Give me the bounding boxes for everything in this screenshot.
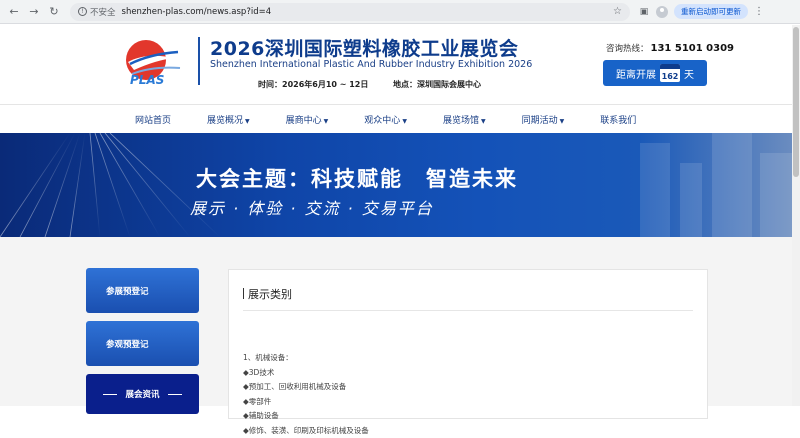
content-area: 参展预登记 参观预登记 展会资讯 展示类别 1、机械设备：◆3D技术◆预加工、回… [0,237,800,406]
news-section-button[interactable]: 展会资讯 [86,374,199,414]
bookmark-star-icon[interactable]: ☆ [613,6,622,17]
banner-theme: 大会主题：科技赋能 智造未来 [196,163,518,193]
nav-item-0[interactable]: 网站首页 [135,113,171,126]
page-scrollbar[interactable] [792,25,800,406]
url-text: shenzhen-plas.com/news.asp?id=4 [122,7,272,17]
plas-logo[interactable]: PLAS [122,34,182,92]
list-item: ◆辅助设备 [243,409,369,424]
scrollbar-thumb[interactable] [793,27,799,177]
side-panel-icon[interactable]: ▣ [638,6,650,18]
hotline-number: 131 5101 0309 [651,43,735,54]
exhibitor-registration-button[interactable]: 参展预登记 [86,268,199,313]
title-divider [243,310,693,311]
nav-item-5[interactable]: 同期活动▼ [522,113,565,126]
exhibition-time: 时间：2026年6月10 ~ 12日 [258,79,368,90]
list-item: ◆零部件 [243,395,369,410]
nav-item-4[interactable]: 展览场馆▼ [443,113,486,126]
countdown-days: 162 [662,72,679,81]
profile-avatar-icon[interactable] [656,6,668,18]
visitor-registration-button[interactable]: 参观预登记 [86,321,199,366]
site-header: PLAS 2026深圳国际塑料橡胶工业展览会 Shenzhen Internat… [0,24,800,104]
browser-toolbar: ← → ↻ ! 不安全 shenzhen-plas.com/news.asp?i… [0,0,800,24]
nav-item-2[interactable]: 展商中心▼ [286,113,329,126]
nav-item-6[interactable]: 联系我们 [600,113,636,126]
restart-update-button[interactable]: 重新启动即可更新 [674,4,748,19]
countdown-badge: 距离开展 162 天 [603,60,707,86]
main-nav: 网站首页 展览概况▼ 展商中心▼ 观众中心▼ 展览场馆▼ 同期活动▼ 联系我们 [0,104,800,134]
nav-item-3[interactable]: 观众中心▼ [364,113,407,126]
back-icon[interactable]: ← [6,4,22,20]
hotline: 咨询热线：131 5101 0309 [606,42,734,54]
exhibition-place: 地点：深圳国际会展中心 [393,79,481,90]
svg-text:PLAS: PLAS [130,73,164,87]
reload-icon[interactable]: ↻ [46,4,62,20]
warning-icon: ! [78,7,87,16]
site-title-en: Shenzhen International Plastic And Rubbe… [210,59,532,70]
caret-down-icon: ▼ [481,118,486,125]
caret-down-icon: ▼ [560,118,565,125]
dash-decoration [103,394,117,395]
list-item: ◆3D技术 [243,366,369,381]
list-item: ◆预加工、回收利用机械及设备 [243,380,369,395]
banner-subtitle: 展示 · 体验 · 交流 · 交易平台 [190,195,434,219]
site-title-cn: 2026深圳国际塑料橡胶工业展览会 [210,34,518,61]
caret-down-icon: ▼ [402,118,407,125]
list-item: 1、机械设备： [243,351,369,366]
category-list: 1、机械设备：◆3D技术◆预加工、回收利用机械及设备◆零部件◆辅助设备◆修饰、装… [243,351,369,438]
hero-banner: 大会主题：科技赋能 智造未来 展示 · 体验 · 交流 · 交易平台 [0,133,800,237]
address-bar[interactable]: ! 不安全 shenzhen-plas.com/news.asp?id=4 ☆ [70,3,630,21]
list-item: ◆修饰、装潢、印刷及印标机械及设备 [243,424,369,438]
forward-icon[interactable]: → [26,4,42,20]
article-panel: 展示类别 1、机械设备：◆3D技术◆预加工、回收利用机械及设备◆零部件◆辅助设备… [228,269,708,419]
header-divider [198,37,200,85]
article-title: 展示类别 [243,286,292,302]
calendar-icon: 162 [660,64,680,82]
insecure-indicator[interactable]: ! 不安全 [78,6,116,18]
nav-item-1[interactable]: 展览概况▼ [207,113,250,126]
caret-down-icon: ▼ [245,118,250,125]
caret-down-icon: ▼ [324,118,329,125]
dash-decoration [168,394,182,395]
menu-kebab-icon[interactable]: ⋮ [754,6,764,17]
